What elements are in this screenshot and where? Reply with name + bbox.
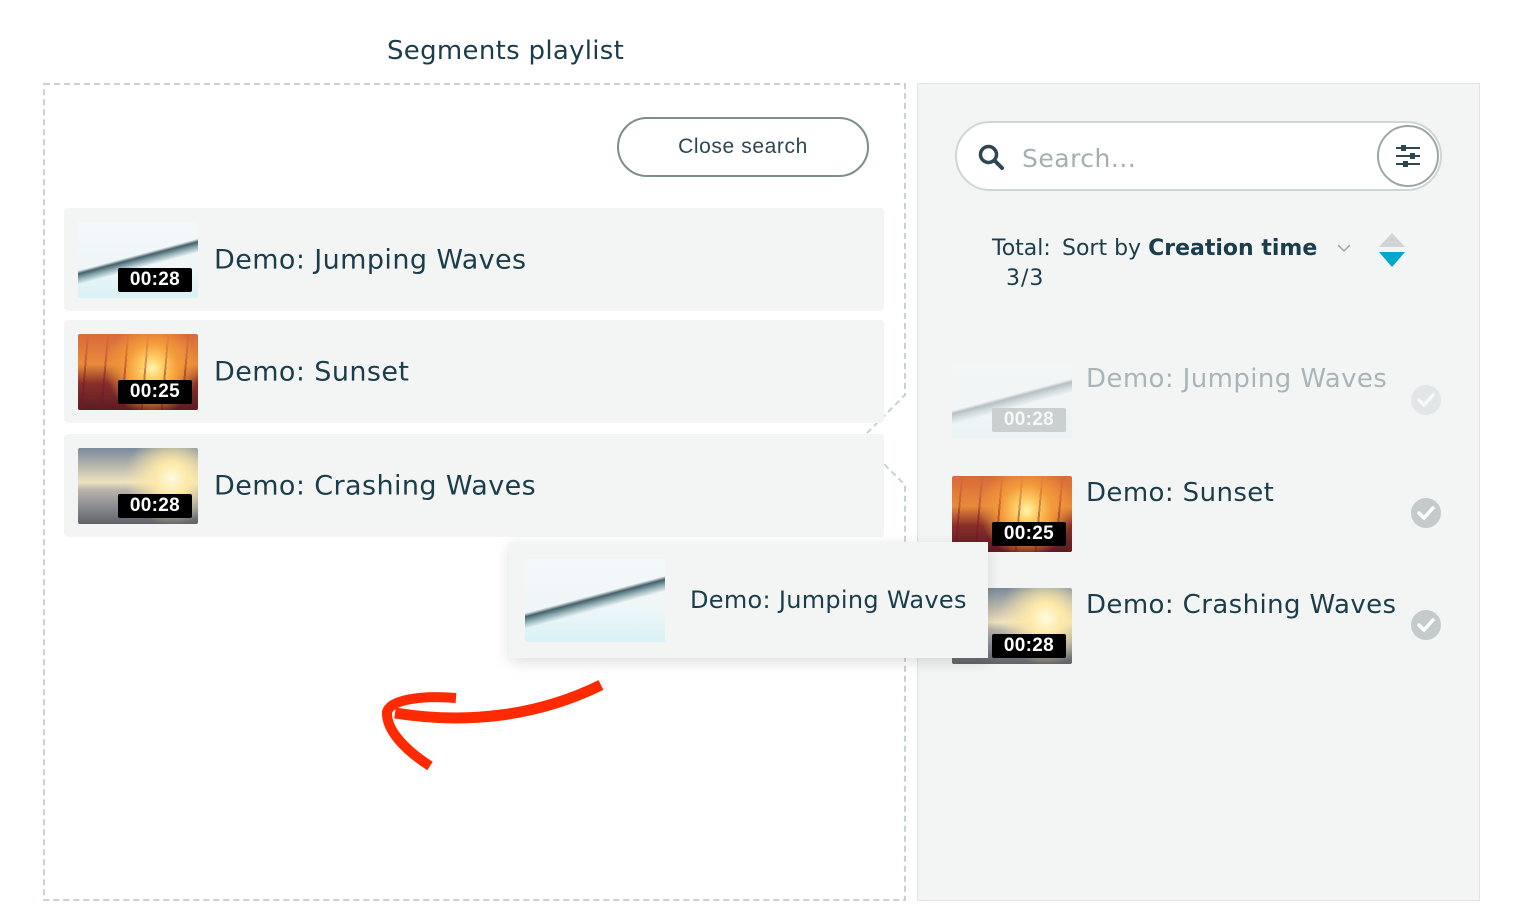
sort-dropdown[interactable]: Sort by Creation time xyxy=(1062,236,1317,261)
search-result-item[interactable]: 00:28 Demo: Crashing Waves xyxy=(952,588,1452,664)
sliders-icon xyxy=(1396,145,1420,167)
total-label: Total: xyxy=(992,236,1051,261)
item-title: Demo: Sunset xyxy=(214,356,410,387)
total-count: 3/3 xyxy=(1006,266,1045,291)
search-icon xyxy=(978,144,1004,170)
search-result-item[interactable]: 00:25 Demo: Sunset xyxy=(952,476,1452,552)
search-result-item[interactable]: 00:28 Demo: Jumping Waves xyxy=(952,362,1452,438)
close-search-button[interactable]: Close search xyxy=(617,117,869,177)
duration-badge: 00:28 xyxy=(117,494,192,518)
duration-badge: 00:28 xyxy=(991,634,1066,658)
duration-badge: 00:25 xyxy=(991,522,1066,546)
duration-badge: 00:28 xyxy=(991,408,1066,432)
video-thumbnail: 00:25 xyxy=(952,476,1072,552)
video-thumbnail: 00:28 xyxy=(78,448,198,524)
video-thumbnail: 00:25 xyxy=(78,334,198,410)
result-title: Demo: Crashing Waves xyxy=(1086,590,1397,620)
filter-button[interactable] xyxy=(1377,125,1439,187)
sort-field: Creation time xyxy=(1148,236,1318,261)
video-thumbnail: 00:28 xyxy=(78,222,198,298)
drag-preview[interactable]: Demo: Jumping Waves xyxy=(509,542,988,658)
video-thumbnail: 00:28 xyxy=(952,362,1072,438)
result-title: Demo: Jumping Waves xyxy=(1086,364,1388,394)
item-title: Demo: Crashing Waves xyxy=(214,470,537,501)
sort-ascending-icon xyxy=(1379,233,1405,247)
waves-thumbnail-image xyxy=(525,559,665,642)
playlist-item[interactable]: 00:25 Demo: Sunset xyxy=(64,320,884,423)
item-title: Demo: Jumping Waves xyxy=(214,244,527,275)
duration-badge: 00:25 xyxy=(117,380,192,404)
duration-badge: 00:28 xyxy=(117,268,192,292)
sort-direction-toggle[interactable] xyxy=(1377,232,1407,270)
sort-prefix: Sort by xyxy=(1062,236,1142,261)
check-circle-icon xyxy=(1411,610,1441,640)
playlist-item[interactable]: 00:28 Demo: Jumping Waves xyxy=(64,208,884,311)
check-circle-icon xyxy=(1411,498,1441,528)
chevron-down-icon[interactable] xyxy=(1337,243,1351,253)
drag-preview-title: Demo: Jumping Waves xyxy=(690,586,967,614)
result-title: Demo: Sunset xyxy=(1086,478,1275,508)
sort-descending-icon xyxy=(1379,252,1405,267)
search-input[interactable] xyxy=(1020,136,1364,180)
check-circle-icon xyxy=(1411,385,1441,415)
playlist-item[interactable]: 00:28 Demo: Crashing Waves xyxy=(64,434,884,537)
video-thumbnail xyxy=(525,559,665,642)
